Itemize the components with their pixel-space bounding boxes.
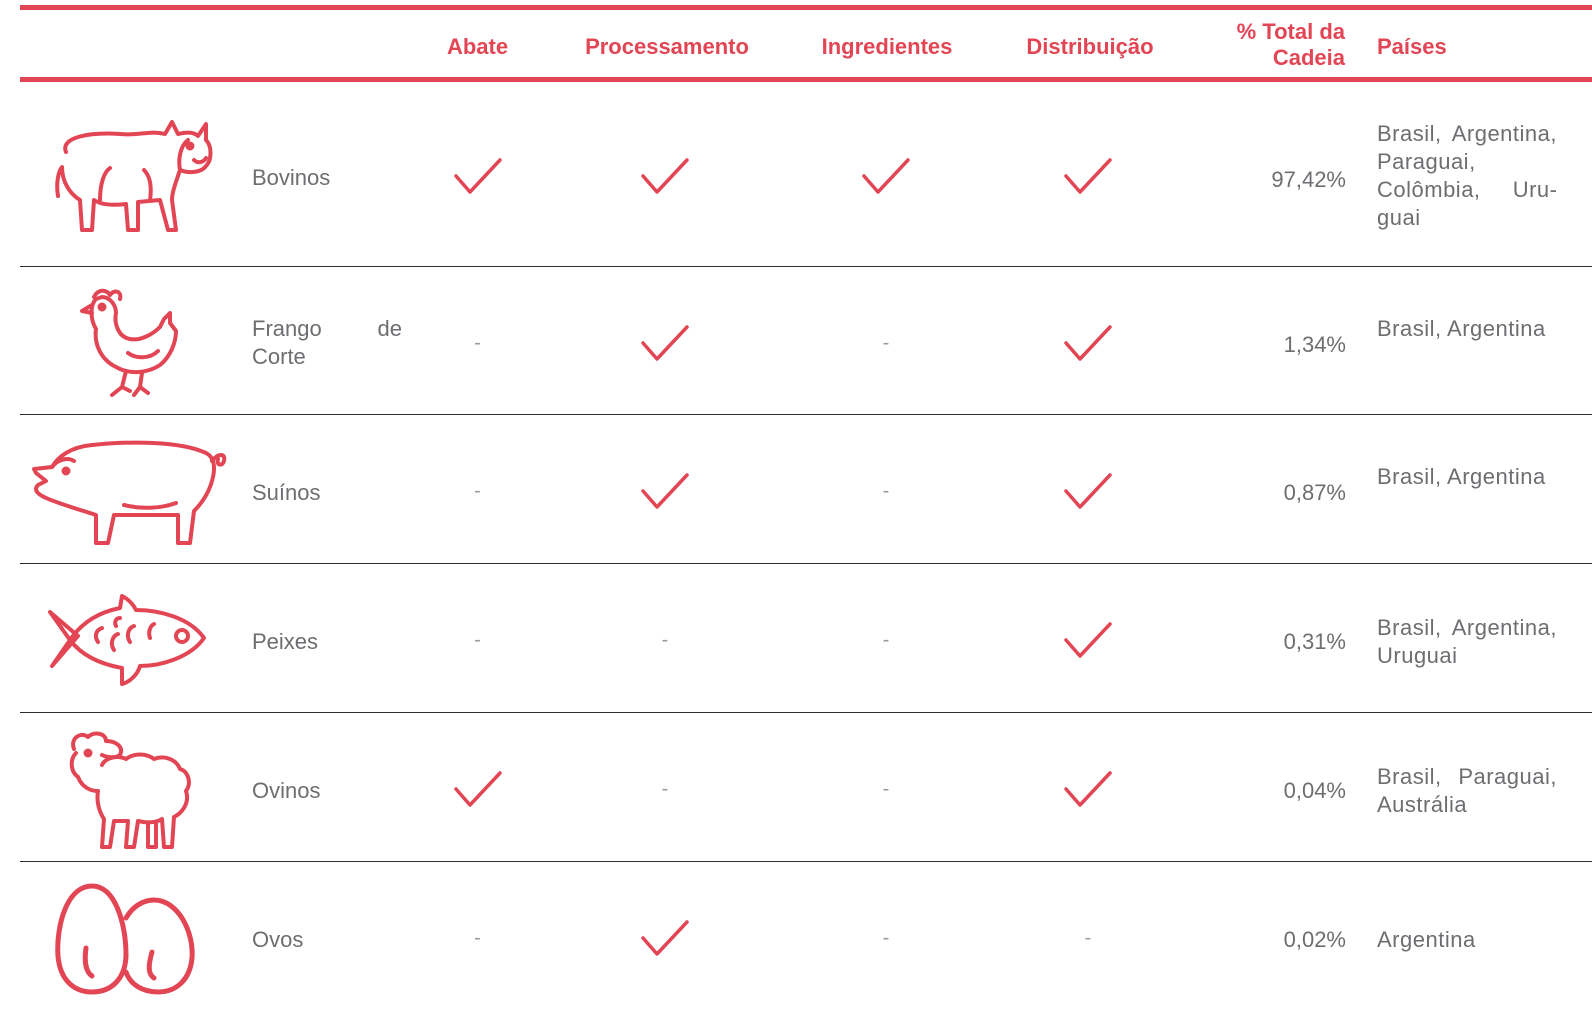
checkmark-icon [1064,158,1112,194]
cell-ingredientes: - [836,759,936,819]
dash-placeholder: - [1084,926,1092,949]
chicken-icon [30,283,230,403]
dash-placeholder: - [474,628,481,651]
cell-abate [430,759,525,819]
table-row: Ovos - - - 0,02% Argentina [0,862,1592,1022]
checkmark-icon [641,325,689,361]
cell-ingredientes: - [836,908,936,968]
table-row: Suínos - - 0,87% Brasil, Argenti­na [0,415,1592,564]
header-pct-line1: % Total da [1236,19,1345,44]
header-pct-line2: Cadeia [1272,45,1345,70]
dash-placeholder: - [474,479,481,502]
pct-value: 97,42% [1271,167,1346,192]
checkmark-icon [862,158,910,194]
cell-processamento [615,461,715,521]
dash-placeholder: - [661,777,669,800]
countries: Brasil, Para­guai, Austrália [1377,764,1557,817]
row-label: Ovos [252,927,304,952]
countries: Argentina [1377,927,1476,952]
countries: Brasil, Argenti­na [1377,316,1546,341]
header-ingredientes: Ingredientes [821,34,953,59]
pct-value: 0,02% [1283,927,1346,952]
countries: Brasil, Argenti­na, Uruguai [1377,615,1557,668]
checkmark-icon [453,771,502,807]
countries: Brasil, Argen­tina, Paraguai, Colômbia, … [1377,121,1557,230]
top-rule [20,5,1592,10]
cell-ingredientes: - [836,313,936,373]
cell-ingredientes: - [836,461,936,521]
cell-distribuicao [1038,461,1138,521]
countries: Brasil, Argenti­na [1377,464,1546,489]
header-processamento: Processamento [585,34,749,59]
checkmark-icon [1064,622,1112,658]
cell-distribuicao [1038,759,1138,819]
row-label: Bovinos [252,165,331,190]
pct-value: 0,31% [1283,629,1346,654]
cell-processamento [615,313,715,373]
cell-distribuicao [1038,313,1138,373]
fish-icon [30,592,230,688]
dash-placeholder: - [882,628,890,651]
checkmark-icon [1064,325,1112,361]
row-label: Suínos [252,480,321,505]
table-header: Abate Processamento Ingredientes Distrib… [20,14,1592,78]
cell-abate: - [430,908,525,968]
cell-ingredientes [836,146,936,206]
table-row: Ovinos - - 0,04% Brasil, Para­guai, Aust… [0,713,1592,862]
eggs-icon [30,878,230,998]
cell-abate: - [430,461,525,521]
sheep-icon [30,727,230,851]
cell-distribuicao: - [1038,908,1138,968]
dash-placeholder: - [474,926,481,949]
dash-placeholder: - [882,331,890,354]
pct-value: 1,34% [1283,332,1346,357]
cell-processamento [615,146,715,206]
header-distribuicao: Distribuição [1026,34,1154,59]
table-row: Bovinos 97,42% Brasil, Argen­tina, Parag… [0,82,1592,267]
row-label: Frango de Corte [252,316,402,369]
cattle-icon [30,112,230,237]
checkmark-icon [1064,771,1112,807]
checkmark-icon [1064,473,1112,509]
checkmark-icon [641,920,689,956]
cell-distribuicao [1038,610,1138,670]
dash-placeholder: - [882,479,890,502]
pct-value: 0,04% [1283,778,1346,803]
checkmark-icon [641,158,689,194]
cell-processamento: - [615,759,715,819]
cell-processamento: - [615,610,715,670]
dash-placeholder: - [661,628,669,651]
pct-value: 0,87% [1283,480,1346,505]
cell-abate: - [430,313,525,373]
cell-abate [430,146,525,206]
dash-placeholder: - [474,331,481,354]
header-paises: Países [1377,34,1447,59]
cell-processamento [615,908,715,968]
cell-ingredientes: - [836,610,936,670]
dash-placeholder: - [882,777,890,800]
checkmark-icon [641,473,689,509]
header-abate: Abate [446,34,509,59]
table-row: Peixes - - - 0,31% Brasil, Argenti­na, U… [0,564,1592,713]
cell-abate: - [430,610,525,670]
header-pct-total: % Total da Cadeia [1190,19,1345,71]
cell-distribuicao [1038,146,1138,206]
dash-placeholder: - [882,926,890,949]
row-label: Ovinos [252,778,321,803]
pig-icon [30,431,230,551]
checkmark-icon [453,158,502,194]
row-label: Peixes [252,629,319,654]
table-row: Frango de Corte - - 1,34% Brasil, Argent… [0,267,1592,415]
